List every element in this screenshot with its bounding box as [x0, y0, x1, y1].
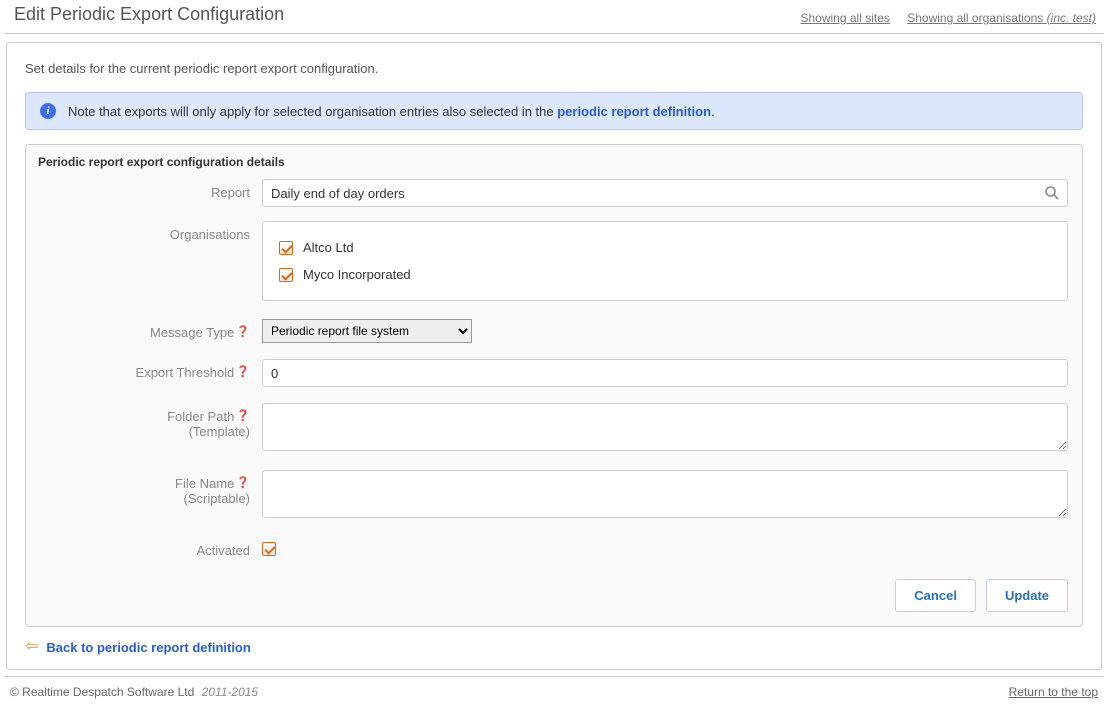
back-row: ⇦ Back to periodic report definition	[21, 627, 1087, 659]
info-text: Note that exports will only apply for se…	[68, 104, 715, 119]
file-name-input[interactable]	[262, 470, 1068, 518]
link-showing-all-organisations[interactable]: Showing all organisations (inc. test)	[907, 11, 1096, 25]
update-button[interactable]: Update	[986, 579, 1068, 612]
intro-text: Set details for the current periodic rep…	[25, 61, 1083, 76]
row-folder-path: Folder Path❓ (Template)	[26, 399, 1082, 458]
return-to-top-link[interactable]: Return to the top	[1009, 685, 1098, 699]
main-panel: Set details for the current periodic rep…	[6, 42, 1102, 670]
link-showing-all-sites[interactable]: Showing all sites	[800, 11, 889, 25]
checkbox-icon[interactable]	[279, 241, 293, 255]
back-link[interactable]: Back to periodic report definition	[46, 640, 250, 655]
organisations-box: Altco Ltd Myco Incorporated	[262, 221, 1068, 301]
report-input[interactable]	[262, 179, 1068, 207]
info-after: .	[711, 104, 715, 119]
page-header: Edit Periodic Export Configuration Showi…	[4, 0, 1104, 34]
help-icon[interactable]: ❓	[236, 410, 250, 422]
link-periodic-report-definition[interactable]: periodic report definition	[557, 104, 711, 119]
link-orgs-suffix: (inc. test)	[1047, 11, 1096, 25]
footer-copyright: © Realtime Despatch Software Ltd	[10, 685, 194, 699]
row-activated: Activated	[26, 533, 1082, 563]
help-icon[interactable]: ❓	[236, 477, 250, 489]
page-footer: © Realtime Despatch Software Ltd 2011-20…	[4, 676, 1104, 709]
organisation-label: Altco Ltd	[303, 240, 354, 255]
cancel-button[interactable]: Cancel	[895, 579, 976, 612]
link-orgs-text: Showing all organisations	[907, 11, 1043, 25]
label-activated: Activated	[40, 537, 256, 558]
info-icon: i	[40, 103, 56, 119]
help-icon[interactable]: ❓	[236, 366, 250, 378]
row-file-name: File Name❓ (Scriptable)	[26, 466, 1082, 525]
checkbox-icon[interactable]	[279, 268, 293, 282]
organisation-item: Myco Incorporated	[279, 261, 1051, 288]
footer-years: 2011-2015	[202, 685, 259, 699]
label-organisations: Organisations	[40, 221, 256, 242]
label-message-type: Message Type❓	[40, 319, 256, 340]
form-panel: Periodic report export configuration det…	[25, 144, 1083, 627]
export-threshold-input[interactable]	[262, 359, 1068, 387]
form-legend: Periodic report export configuration det…	[26, 145, 1082, 175]
message-type-select[interactable]: Periodic report file system	[262, 319, 472, 343]
footer-left: © Realtime Despatch Software Ltd 2011-20…	[10, 685, 258, 699]
info-before: Note that exports will only apply for se…	[68, 104, 557, 119]
label-report: Report	[40, 179, 256, 200]
row-message-type: Message Type❓ Periodic report file syste…	[26, 315, 1082, 347]
row-report: Report	[26, 175, 1082, 211]
header-quick-links: Showing all sites Showing all organisati…	[786, 11, 1096, 25]
organisation-item: Altco Ltd	[279, 234, 1051, 261]
label-file-name: File Name❓ (Scriptable)	[40, 470, 256, 506]
page-title: Edit Periodic Export Configuration	[14, 4, 284, 25]
folder-path-input[interactable]	[262, 403, 1068, 451]
label-folder-path: Folder Path❓ (Template)	[40, 403, 256, 439]
activated-checkbox[interactable]	[262, 542, 276, 556]
row-organisations: Organisations Altco Ltd Myco Incorporate…	[26, 217, 1082, 305]
label-export-threshold: Export Threshold❓	[40, 359, 256, 380]
info-box: i Note that exports will only apply for …	[25, 92, 1083, 130]
button-row: Cancel Update	[26, 563, 1082, 612]
search-icon[interactable]	[1044, 185, 1060, 201]
organisation-label: Myco Incorporated	[303, 267, 411, 282]
back-arrow-icon: ⇦	[25, 639, 38, 655]
row-export-threshold: Export Threshold❓	[26, 355, 1082, 391]
help-icon[interactable]: ❓	[236, 326, 250, 338]
